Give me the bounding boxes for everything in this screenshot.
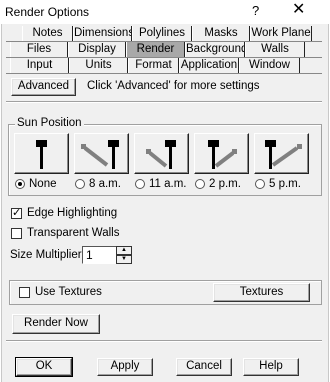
sun-2pm-button[interactable] <box>194 133 249 174</box>
checkbox-icon <box>11 227 22 239</box>
advanced-button[interactable]: Advanced <box>11 78 76 96</box>
ok-button[interactable]: OK <box>15 357 73 377</box>
tab-input[interactable]: Input <box>10 58 69 73</box>
sun-8am-button[interactable] <box>74 133 129 174</box>
tab-work-plane[interactable]: Work Plane <box>250 26 312 41</box>
sun-none-icon <box>36 140 47 169</box>
radio-label: None <box>29 178 57 190</box>
use-textures-checkbox[interactable]: Use Textures <box>19 286 102 298</box>
checkbox-icon <box>19 286 30 298</box>
radio-icon <box>15 179 25 189</box>
radio-icon <box>135 179 145 189</box>
sun-5pm-button[interactable] <box>254 133 309 174</box>
sun-5pm-icon <box>265 140 302 169</box>
apply-button[interactable]: Apply <box>97 358 153 376</box>
tab-window[interactable]: Window <box>239 58 300 73</box>
spin-down-icon[interactable]: ▼ <box>116 255 132 264</box>
radio-label: 8 a.m. <box>89 178 121 190</box>
render-now-button[interactable]: Render Now <box>12 314 100 334</box>
tab-dimensions[interactable]: Dimensions <box>73 26 132 41</box>
textures-button[interactable]: Textures <box>213 283 310 302</box>
tab-polylines[interactable]: Polylines <box>132 26 192 41</box>
edge-highlighting-checkbox[interactable]: ✓ Edge Highlighting <box>11 207 117 219</box>
help-title-button[interactable]: ? <box>252 3 259 18</box>
tab-row-divider <box>6 73 322 74</box>
check-icon: ✓ <box>11 206 22 219</box>
separator <box>6 340 322 342</box>
sun-radio-8am[interactable]: 8 a.m. <box>75 177 121 191</box>
radio-icon <box>195 179 205 189</box>
help-button[interactable]: Help <box>243 358 299 376</box>
transparent-walls-checkbox[interactable]: Transparent Walls <box>11 227 119 239</box>
advanced-hint: Click 'Advanced' for more settings <box>87 80 260 92</box>
sun-radio-5pm[interactable]: 5 p.m. <box>255 177 301 191</box>
cancel-button[interactable]: Cancel <box>176 358 232 376</box>
tab-walls[interactable]: Walls <box>245 42 305 57</box>
radio-icon <box>75 179 85 189</box>
radio-icon <box>255 179 265 189</box>
sun-radio-none[interactable]: None <box>15 177 57 191</box>
title-bar: Render Options ? ✕ <box>0 0 330 24</box>
radio-label: 5 p.m. <box>269 178 301 190</box>
size-multiplier-label: Size Multiplier <box>10 249 82 261</box>
radio-label: 11 a.m. <box>149 178 187 190</box>
tab-format[interactable]: Format <box>128 58 179 73</box>
radio-label: 2 p.m. <box>209 178 241 190</box>
transparent-walls-label: Transparent Walls <box>27 227 120 239</box>
tab-masks[interactable]: Masks <box>192 26 250 41</box>
sun-radio-2pm[interactable]: 2 p.m. <box>195 177 241 191</box>
sun-radio-11am[interactable]: 11 a.m. <box>135 177 187 191</box>
sun-11am-icon <box>146 140 176 169</box>
use-textures-label: Use Textures <box>35 286 102 298</box>
spin-up-icon[interactable]: ▲ <box>116 246 132 255</box>
tab-application[interactable]: Application <box>179 58 239 73</box>
close-icon[interactable]: ✕ <box>292 2 305 18</box>
tab-notes[interactable]: Notes <box>22 26 73 41</box>
sun-2pm-icon <box>208 140 237 169</box>
sun-11am-button[interactable] <box>134 133 189 174</box>
separator <box>6 101 322 103</box>
sun-position-legend: Sun Position <box>15 117 84 129</box>
tab-units[interactable]: Units <box>69 58 128 73</box>
tab-files[interactable]: Files <box>10 42 68 57</box>
sun-8am-icon <box>81 140 119 169</box>
window-title: Render Options <box>5 5 90 19</box>
tab-display[interactable]: Display <box>68 42 126 57</box>
size-multiplier-input[interactable]: 1 <box>82 246 118 264</box>
tab-background[interactable]: Background <box>185 42 245 57</box>
edge-highlighting-label: Edge Highlighting <box>27 207 118 219</box>
sun-none-button[interactable] <box>14 133 69 174</box>
tab-render[interactable]: Render <box>126 42 185 57</box>
